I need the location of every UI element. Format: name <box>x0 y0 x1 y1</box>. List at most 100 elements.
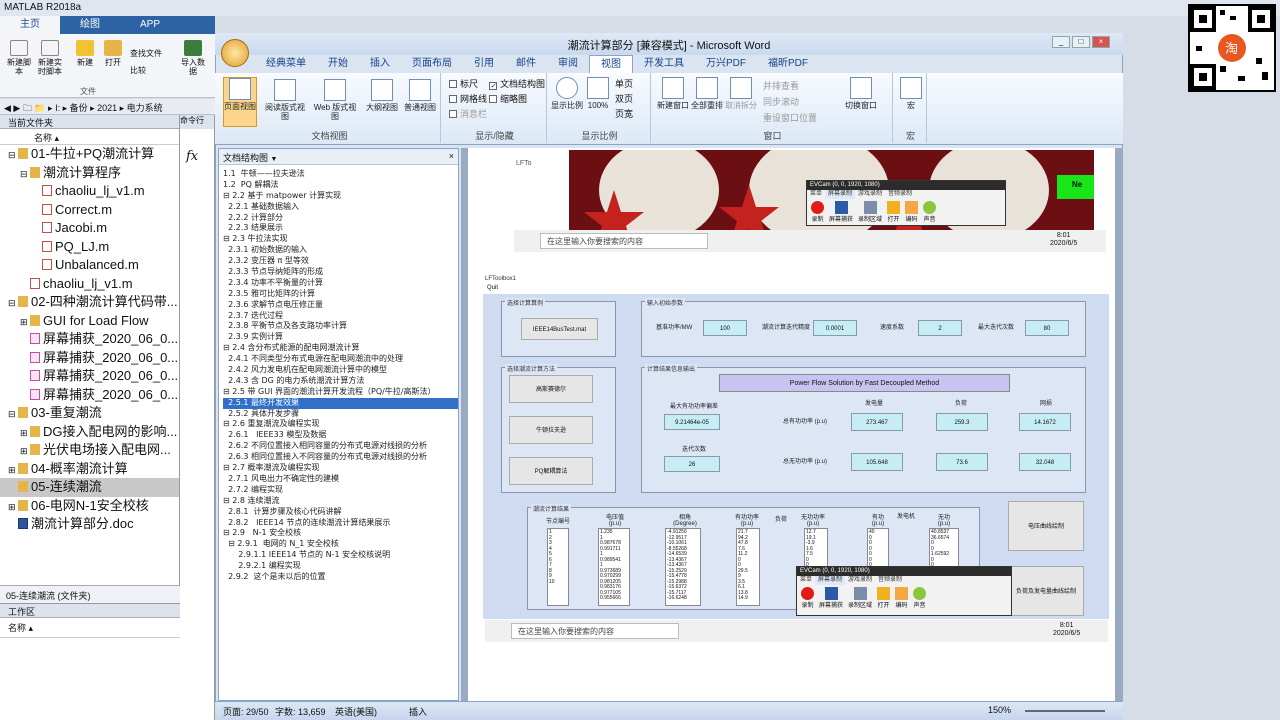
switch-windows-button[interactable]: 切换窗口 <box>841 77 881 110</box>
outline-item[interactable]: 2.5.1 最终开发效果 <box>223 397 458 409</box>
macros-button[interactable]: 宏 <box>899 77 923 110</box>
outline-view-button[interactable]: 大纲视图 <box>365 79 399 112</box>
file-item[interactable]: ⊞ GUI for Load Flow <box>0 312 179 331</box>
outline-item[interactable]: ⊟ 2.2 基于 matpower 计算实现 <box>223 191 458 202</box>
file-item[interactable]: 05-连续潮流 <box>0 478 179 497</box>
outline-item[interactable]: 2.3.2 变压器 π 型等效 <box>223 256 458 267</box>
compare-button[interactable]: 比较 <box>130 65 146 76</box>
arrange-all-button[interactable]: 全部重排 <box>691 77 723 110</box>
outline-item[interactable]: 2.9.2 这个是未以后的位置 <box>223 572 458 583</box>
file-item[interactable]: ⊞ 06-电网N-1安全校核 <box>0 497 179 516</box>
one-page-button[interactable]: 单页 <box>615 77 633 90</box>
outline-item[interactable]: 2.7.2 编程实现 <box>223 485 458 496</box>
workspace-name-column[interactable]: 名称 ▴ <box>0 618 180 638</box>
file-item[interactable]: 屏幕捕获_2020_06_0... <box>0 330 179 349</box>
zoom-button[interactable]: 显示比例 <box>551 77 583 110</box>
file-item[interactable]: 潮流计算部分.doc <box>0 515 179 534</box>
two-pages-button[interactable]: 双页 <box>615 92 633 105</box>
outline-item[interactable]: 2.3.9 实例计算 <box>223 332 458 343</box>
word-tab[interactable]: 插入 <box>359 55 401 73</box>
find-files-button[interactable]: 查找文件 <box>130 48 162 59</box>
outline-item[interactable]: 2.6.1 IEEE33 模型及数据 <box>223 430 458 441</box>
side-by-side-button[interactable]: 并排查看 <box>763 79 799 92</box>
word-tab[interactable]: 审阅 <box>547 55 589 73</box>
file-item[interactable]: Correct.m <box>0 201 179 220</box>
command-window[interactable]: 命令行 fx <box>180 115 215 720</box>
file-item[interactable]: chaoliu_lj_v1.m <box>0 182 179 201</box>
outline-item[interactable]: 1.1 牛顿——拉夫逊法 <box>223 169 458 180</box>
word-count[interactable]: 字数: 13,659 <box>275 705 326 718</box>
outline-item[interactable]: ⊟ 2.8 连续潮流 <box>223 496 458 507</box>
tab-apps[interactable]: APP <box>120 16 180 34</box>
gridlines-checkbox[interactable]: 网格线 <box>449 92 487 105</box>
minimize-button[interactable]: _ <box>1052 36 1070 48</box>
language[interactable]: 英语(美国) <box>335 705 377 718</box>
expand-icon[interactable]: ⊞ <box>8 498 18 516</box>
expand-icon[interactable]: ⊟ <box>8 146 18 164</box>
file-item[interactable]: ⊟ 02-四种潮流计算代码带... <box>0 293 179 312</box>
sync-scroll-button[interactable]: 同步滚动 <box>763 95 799 108</box>
outline-item[interactable]: 2.3.7 迭代过程 <box>223 311 458 322</box>
word-tab[interactable]: 万兴PDF <box>695 55 757 73</box>
tab-plots[interactable]: 绘图 <box>60 16 120 34</box>
outline-item[interactable]: 2.2.2 计算部分 <box>223 213 458 224</box>
file-item[interactable]: ⊟ 01-牛拉+PQ潮流计算 <box>0 145 179 164</box>
file-item[interactable]: PQ_LJ.m <box>0 238 179 257</box>
remove-split-button[interactable]: 取消拆分 <box>725 77 757 110</box>
word-tab[interactable]: 页面布局 <box>401 55 463 73</box>
tab-home[interactable]: 主页 <box>0 16 60 34</box>
file-item[interactable]: ⊟ 03-重复潮流 <box>0 404 179 423</box>
open-button[interactable]: 打开 <box>100 40 126 67</box>
outline-item[interactable]: ⊟ 2.4 含分布式能源的配电网潮流计算 <box>223 343 458 354</box>
address-bar[interactable]: ◀ ▶ 🗀 📁 ▸ I: ▸ 备份 ▸ 2021 ▸ 电力系统 <box>0 99 215 115</box>
file-item[interactable]: ⊞ DG接入配电网的影响... <box>0 423 179 442</box>
outline-item[interactable]: 2.9.1.1 IEEE14 节点的 N-1 安全校核说明 <box>223 550 458 561</box>
word-tab[interactable]: 引用 <box>463 55 505 73</box>
outline-item[interactable]: 2.3.4 功率不平衡量的计算 <box>223 278 458 289</box>
outline-item[interactable]: 2.4.1 不同类型分布式电源在配电网潮流中的处理 <box>223 354 458 365</box>
expand-icon[interactable]: ⊟ <box>8 405 18 423</box>
outline-item[interactable]: 2.8.1 计算步骤及核心代码讲解 <box>223 507 458 518</box>
page-count[interactable]: 页面: 29/50 <box>223 705 269 718</box>
outline-item[interactable]: 2.6.2 不同位置接入相同容量的分布式电源对线损的分析 <box>223 441 458 452</box>
message-bar-checkbox[interactable]: 消息栏 <box>449 107 487 120</box>
new-script-button[interactable]: 新建脚本 <box>6 40 32 76</box>
word-tab[interactable]: 福昕PDF <box>757 55 819 73</box>
outline-item[interactable]: 2.6.3 相同位置接入不同容量的分布式电源对线损的分析 <box>223 452 458 463</box>
expand-icon[interactable]: ⊞ <box>20 424 30 442</box>
zoom-100-button[interactable]: 100% <box>585 77 611 110</box>
word-tab[interactable]: 邮件 <box>505 55 547 73</box>
outline-item[interactable]: 2.3.6 求解节点电压修正量 <box>223 300 458 311</box>
outline-item[interactable]: 2.8.2 IEEE14 节点的连续潮流计算结果展示 <box>223 518 458 529</box>
file-item[interactable]: chaoliu_lj_v1.m <box>0 275 179 294</box>
outline-item[interactable]: 1.2 PQ 解耦法 <box>223 180 458 191</box>
word-tab[interactable]: 开发工具 <box>633 55 695 73</box>
file-item[interactable]: 屏幕捕获_2020_06_0... <box>0 386 179 405</box>
expand-icon[interactable]: ⊞ <box>8 461 18 479</box>
file-item[interactable]: ⊞ 04-概率潮流计算 <box>0 460 179 479</box>
import-data-button[interactable]: 导入数据 <box>180 40 206 76</box>
insert-mode[interactable]: 插入 <box>409 705 427 718</box>
reset-window-button[interactable]: 重设窗口位置 <box>763 111 817 124</box>
outline-item[interactable]: ⊟ 2.6 重复潮流及编程实现 <box>223 419 458 430</box>
page-width-button[interactable]: 页宽 <box>615 107 633 120</box>
outline-item[interactable]: ⊟ 2.9.1 电网的 N_1 安全校核 <box>223 539 458 550</box>
thumbnails-checkbox[interactable]: 缩略图 <box>489 92 527 105</box>
draft-view-button[interactable]: 普通视图 <box>403 79 437 112</box>
zoom-level[interactable]: 150% <box>988 705 1011 715</box>
new-window-button[interactable]: 新建窗口 <box>657 77 689 110</box>
outline-item[interactable]: 2.3.1 初始数据的输入 <box>223 245 458 256</box>
outline-item[interactable]: 2.5.2 具体开发步骤 <box>223 409 458 420</box>
word-tab[interactable]: 视图 <box>589 55 633 73</box>
document-map-checkbox[interactable]: ✓ 文档结构图 <box>489 77 545 90</box>
outline-item[interactable]: 2.3.8 平衡节点及各支路功率计算 <box>223 321 458 332</box>
outline-item[interactable]: 2.2.3 结果展示 <box>223 223 458 234</box>
new-button[interactable]: 新建 <box>72 40 98 67</box>
ruler-checkbox[interactable]: 标尺 <box>449 77 478 90</box>
file-item[interactable]: ⊞ 光伏电场接入配电网... <box>0 441 179 460</box>
file-item[interactable]: 屏幕捕获_2020_06_0... <box>0 349 179 368</box>
outline-item[interactable]: 2.3.3 节点导纳矩阵的形成 <box>223 267 458 278</box>
print-layout-view-button[interactable]: 页面视图 <box>223 77 257 127</box>
expand-icon[interactable]: ⊞ <box>20 442 30 460</box>
close-button[interactable]: × <box>1092 36 1110 48</box>
